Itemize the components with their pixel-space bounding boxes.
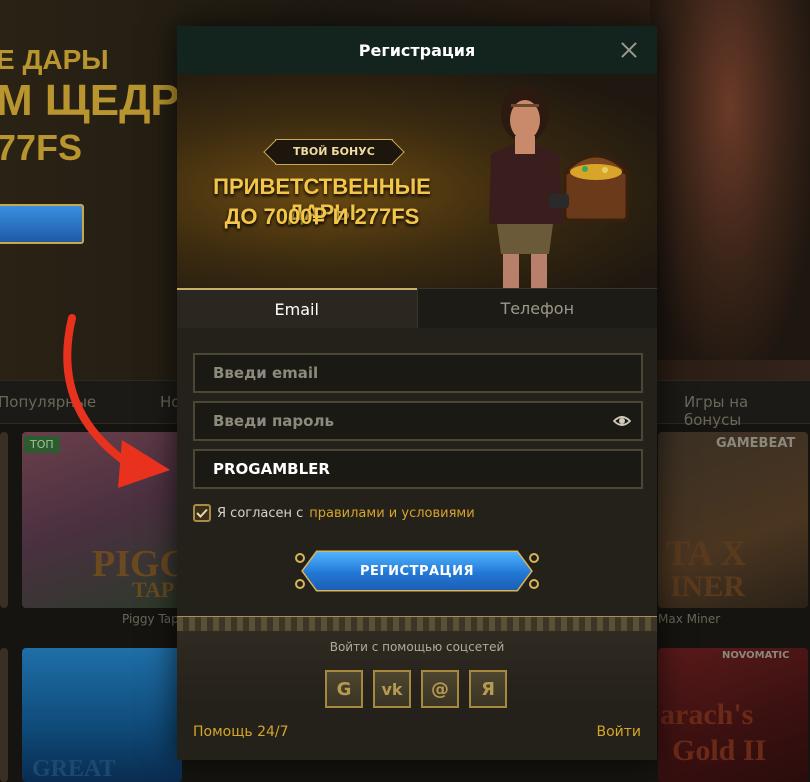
terms-checkbox[interactable] bbox=[193, 504, 211, 522]
background-tile-max-miner: TA X INER bbox=[658, 432, 808, 608]
social-login-title: Войти с помощью соцсетей bbox=[329, 640, 505, 654]
email-field[interactable] bbox=[195, 355, 641, 391]
whale-art-text: GREAT BLUE bbox=[32, 756, 116, 782]
check-icon bbox=[196, 508, 208, 518]
password-field-wrapper bbox=[193, 401, 643, 441]
register-button[interactable]: РЕГИСТРАЦИЯ bbox=[303, 552, 531, 590]
password-field[interactable] bbox=[195, 403, 641, 439]
background-hero-image bbox=[650, 0, 810, 360]
login-link[interactable]: Войти bbox=[596, 724, 641, 740]
yandex-icon: Я bbox=[481, 678, 495, 700]
terms-agreement: Я согласен с правилами и условиями bbox=[193, 504, 475, 522]
banner-headline-2: ДО 7000₽ И 277FS bbox=[224, 204, 420, 229]
google-login-button[interactable]: G bbox=[325, 670, 363, 708]
registration-modal: Регистрация ТВОЙ БОНУС ПРИВЕТСТВЕННЫЕ ДА… bbox=[177, 26, 657, 760]
social-login-buttons: G vk @ Я bbox=[325, 670, 507, 708]
email-field-wrapper bbox=[193, 353, 643, 393]
google-icon: G bbox=[336, 678, 352, 700]
background-tile-edge bbox=[0, 432, 8, 608]
vk-login-button[interactable]: vk bbox=[373, 670, 411, 708]
banner-badge: ТВОЙ БОНУС bbox=[275, 139, 393, 165]
pharaoh-art-text-2: Gold II bbox=[672, 734, 767, 767]
background-tile-edge-2 bbox=[0, 648, 8, 782]
eye-icon[interactable] bbox=[613, 413, 631, 429]
promo-code-field-wrapper bbox=[193, 449, 643, 489]
background-hero-button bbox=[0, 204, 84, 244]
tile-label-max-miner: Max Miner bbox=[658, 612, 721, 626]
auth-method-tabs: Email Телефон bbox=[177, 288, 657, 328]
max-art-text: TA X bbox=[666, 533, 747, 573]
register-button-label: РЕГИСТРАЦИЯ bbox=[359, 563, 475, 579]
terms-link[interactable]: правилами и условиями bbox=[309, 506, 474, 521]
max-art-text-2: INER bbox=[670, 570, 746, 603]
pharaoh-art-text: arach's bbox=[660, 698, 754, 731]
background-tab-bonus-games: Игры на бонусы bbox=[684, 393, 749, 429]
tab-phone[interactable]: Телефон bbox=[416, 288, 657, 328]
background-tile-pharaoh: arach's Gold II bbox=[658, 648, 808, 782]
banner-woman-illustration bbox=[489, 86, 631, 288]
tile-label-piggy: Piggy Tap bbox=[122, 612, 179, 626]
close-icon[interactable] bbox=[619, 40, 639, 60]
help-link[interactable]: Помощь 24/7 bbox=[193, 724, 289, 740]
promo-code-field[interactable] bbox=[195, 451, 641, 487]
vk-icon: vk bbox=[381, 679, 403, 699]
background-tile-whale: GREAT BLUE bbox=[22, 648, 182, 782]
terms-text: Я согласен с bbox=[217, 505, 304, 521]
gamebeat-logo: GAMEBEAT bbox=[716, 436, 796, 451]
ornament-divider bbox=[177, 616, 657, 632]
red-arrow-annotation bbox=[63, 314, 170, 488]
modal-title: Регистрация bbox=[358, 40, 476, 60]
mail-login-button[interactable]: @ bbox=[421, 670, 459, 708]
piggy-art-text-2: TAP bbox=[132, 577, 175, 602]
bonus-banner: ТВОЙ БОНУС ПРИВЕТСТВЕННЫЕ ДАРЫ ДО 7000₽ … bbox=[177, 74, 657, 288]
register-button-wrapper: РЕГИСТРАЦИЯ bbox=[295, 548, 539, 594]
yandex-login-button[interactable]: Я bbox=[469, 670, 507, 708]
mail-icon: @ bbox=[431, 678, 449, 700]
modal-header: Регистрация bbox=[177, 26, 657, 74]
tab-email[interactable]: Email bbox=[177, 288, 417, 328]
novomatic-logo: NOVOMATIC bbox=[722, 650, 790, 661]
